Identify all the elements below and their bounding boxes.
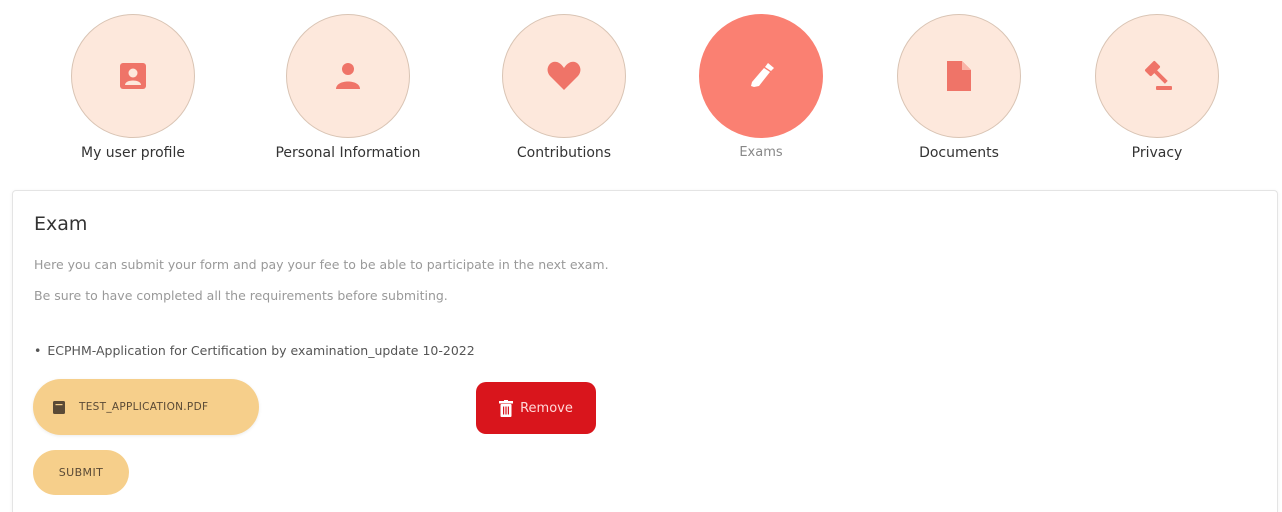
gavel-icon	[1145, 61, 1172, 90]
trash-icon	[499, 399, 514, 417]
user-icon	[336, 63, 360, 89]
profile-card-icon	[120, 63, 146, 89]
heart-icon	[547, 61, 581, 90]
requirement-text: ECPHM-Application for Certification by e…	[47, 343, 475, 358]
nav-item-exams[interactable]: Exams	[661, 14, 861, 160]
nav-item-my-user-profile[interactable]: My user profile	[33, 14, 233, 161]
nav-circle[interactable]	[897, 14, 1021, 138]
nav-item-privacy[interactable]: Privacy	[1057, 14, 1257, 161]
nav-circle[interactable]	[71, 14, 195, 138]
exam-description: Here you can submit your form and pay yo…	[34, 257, 609, 303]
nav-label: Personal Information	[275, 145, 421, 161]
exam-title: Exam	[34, 213, 88, 235]
file-icon	[53, 400, 65, 414]
nav-label: Privacy	[1131, 145, 1183, 161]
nav-label: My user profile	[80, 145, 186, 161]
pen-icon	[751, 63, 774, 87]
nav-item-documents[interactable]: Documents	[859, 14, 1059, 161]
remove-button[interactable]: Remove	[476, 382, 596, 434]
bullet: •	[34, 343, 42, 358]
exam-card: Exam Here you can submit your form and p…	[12, 190, 1278, 512]
nav-label: Exams	[739, 145, 783, 160]
nav-item-personal-information[interactable]: Personal Information	[248, 14, 448, 161]
file-name: TEST_APPLICATION.PDF	[79, 401, 209, 413]
nav-label: Contributions	[516, 145, 612, 161]
document-icon	[947, 61, 971, 91]
uploaded-file-button[interactable]: TEST_APPLICATION.PDF	[33, 379, 259, 435]
nav-circle[interactable]	[1095, 14, 1219, 138]
nav-label: Documents	[919, 145, 999, 161]
nav-item-contributions[interactable]: Contributions	[464, 14, 664, 161]
nav-circle[interactable]	[286, 14, 410, 138]
nav-circle[interactable]	[699, 14, 823, 138]
submit-button[interactable]: SUBMIT	[33, 450, 129, 495]
nav-circle[interactable]	[502, 14, 626, 138]
remove-label: Remove	[520, 400, 573, 416]
requirement-list-item: • ECPHM-Application for Certification by …	[34, 343, 475, 358]
profile-navigation: My user profile Personal Information Con…	[0, 0, 1282, 185]
